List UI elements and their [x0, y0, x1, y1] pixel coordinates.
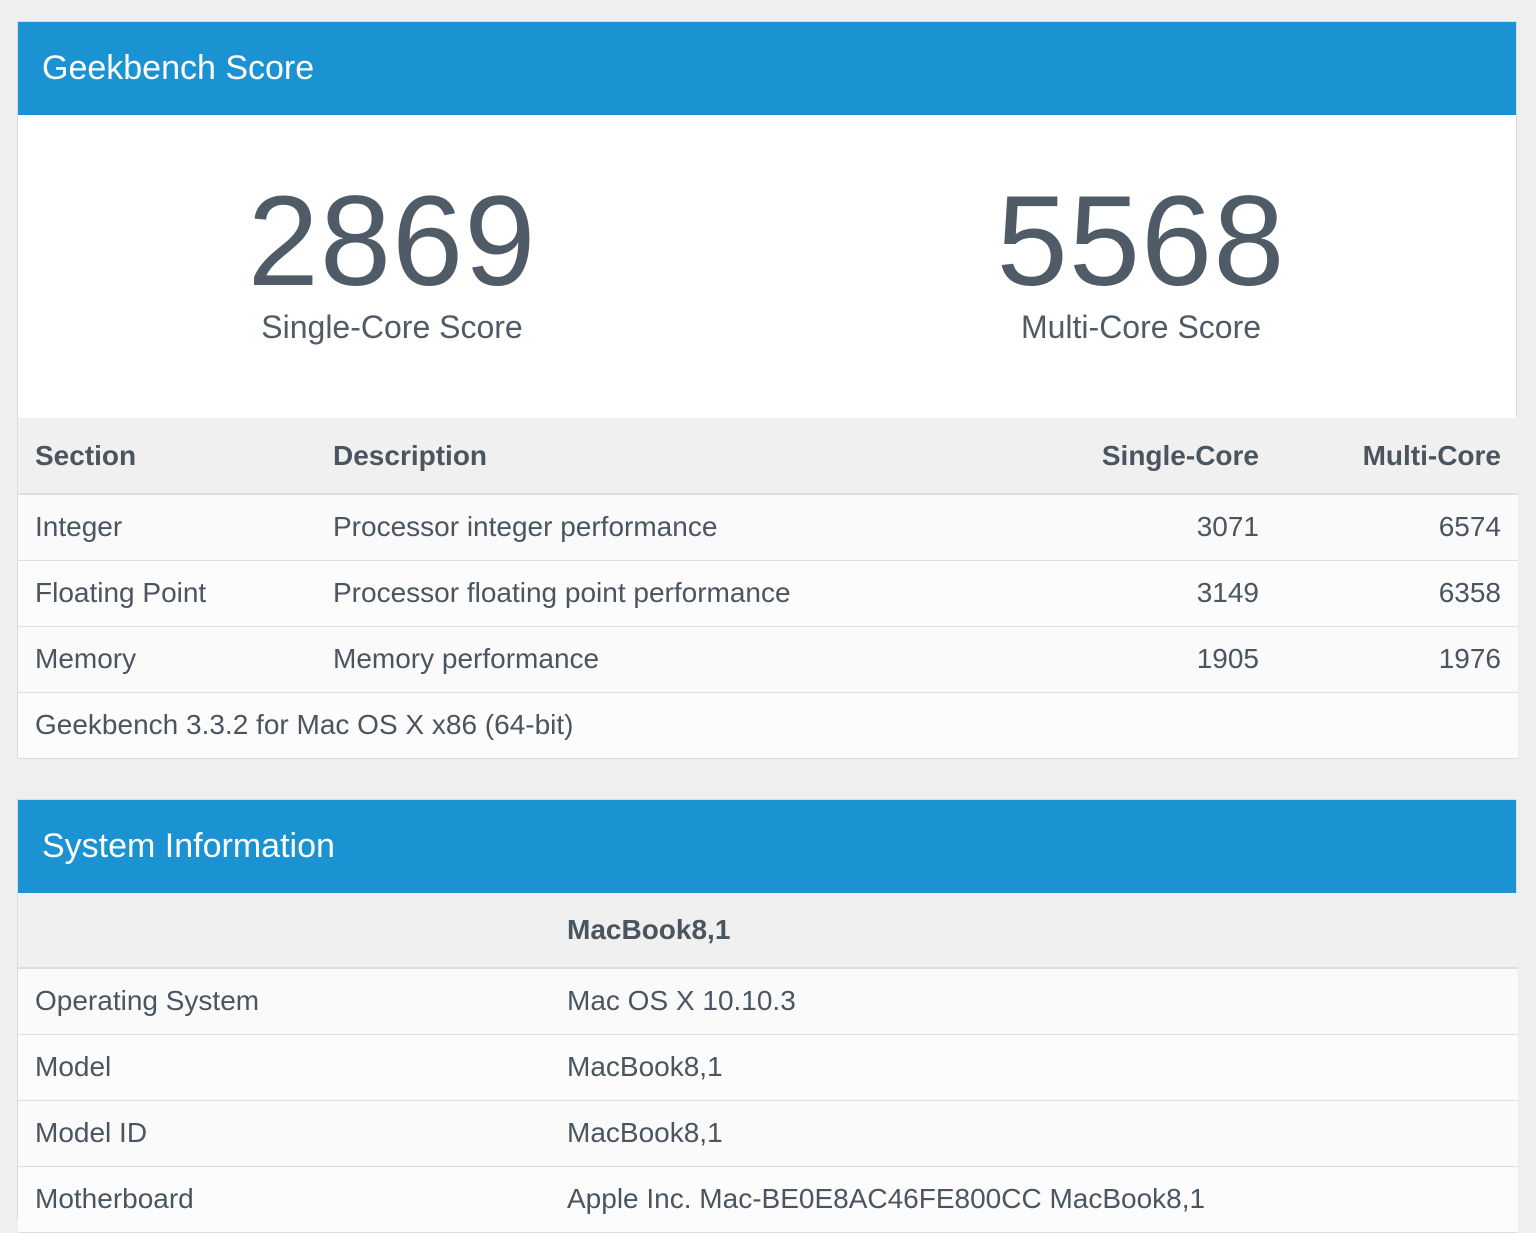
cell-section: Memory [35, 643, 137, 674]
cell-multi-core: 6358 [1438, 577, 1501, 608]
cell-section: Floating Point [35, 577, 207, 608]
multi-core-score-label: Multi-Core Score [1020, 309, 1262, 345]
cell-multi-core: 1976 [1438, 643, 1501, 674]
header-section: Section [18, 418, 316, 495]
system-info-table: MacBook8,1 Operating System Mac OS X 10.… [18, 893, 1518, 1233]
table-row: Model MacBook8,1 [18, 1034, 1518, 1100]
cell-description: Processor floating point performance [333, 577, 791, 608]
cell-value: Apple Inc. Mac-BE0E8AC46FE800CC MacBook8… [567, 1183, 1206, 1214]
header-multi-core: Multi-Core [1276, 418, 1518, 495]
cell-multi-core: 6574 [1438, 511, 1501, 543]
single-core-score: 2869 Single-Core Score [142, 170, 642, 346]
cell-value: MacBook8,1 [567, 1117, 723, 1148]
version-footer: Geekbench 3.3.2 for Mac OS X x86 (64-bit… [35, 709, 574, 740]
cell-value: Mac OS X 10.10.3 [567, 985, 796, 1017]
cell-single-core: 1905 [1196, 643, 1259, 674]
table-header-row: Section Description Single-Core Multi-Co… [18, 418, 1518, 495]
table-header-row: MacBook8,1 [18, 893, 1518, 969]
cell-description: Processor integer performance [333, 511, 718, 543]
score-breakdown-table: Section Description Single-Core Multi-Co… [18, 418, 1518, 759]
score-summary: 2869 Single-Core Score 5568 Multi-Core S… [18, 115, 1516, 418]
panel-title: System Information [18, 800, 1516, 893]
table-row: Operating System Mac OS X 10.10.3 [18, 968, 1518, 1034]
cell-label: Model [35, 1051, 112, 1082]
header-single-core: Single-Core [956, 418, 1276, 495]
multi-core-score-value: 5568 [996, 170, 1286, 313]
geekbench-score-panel: Geekbench Score 2869 Single-Core Score 5… [17, 21, 1518, 759]
table-row: Integer Processor integer performance 30… [18, 494, 1518, 560]
cell-label: Model ID [35, 1117, 148, 1148]
header-description: Description [316, 418, 956, 495]
table-footer-row: Geekbench 3.3.2 for Mac OS X x86 (64-bit… [18, 692, 1518, 758]
table-row: Motherboard Apple Inc. Mac-BE0E8AC46FE80… [18, 1166, 1518, 1232]
single-core-score-value: 2869 [247, 170, 537, 313]
cell-value: MacBook8,1 [567, 1051, 723, 1082]
table-row: Model ID MacBook8,1 [18, 1100, 1518, 1166]
system-information-panel: System Information MacBook8,1 Operating … [17, 799, 1518, 1232]
cell-label: Operating System [35, 985, 260, 1017]
table-row: Memory Memory performance 1905 1976 [18, 626, 1518, 692]
table-row: Floating Point Processor floating point … [18, 560, 1518, 626]
cell-description: Memory performance [333, 643, 600, 674]
cell-single-core: 3071 [1196, 511, 1259, 543]
header-empty [18, 893, 550, 969]
cell-single-core: 3149 [1196, 577, 1259, 608]
cell-label: Motherboard [35, 1183, 194, 1214]
cell-section: Integer [35, 511, 123, 543]
panel-title: Geekbench Score [18, 22, 1516, 115]
multi-core-score: 5568 Multi-Core Score [891, 170, 1391, 346]
single-core-score-label: Single-Core Score [261, 309, 523, 345]
header-machine-name: MacBook8,1 [550, 893, 1518, 969]
